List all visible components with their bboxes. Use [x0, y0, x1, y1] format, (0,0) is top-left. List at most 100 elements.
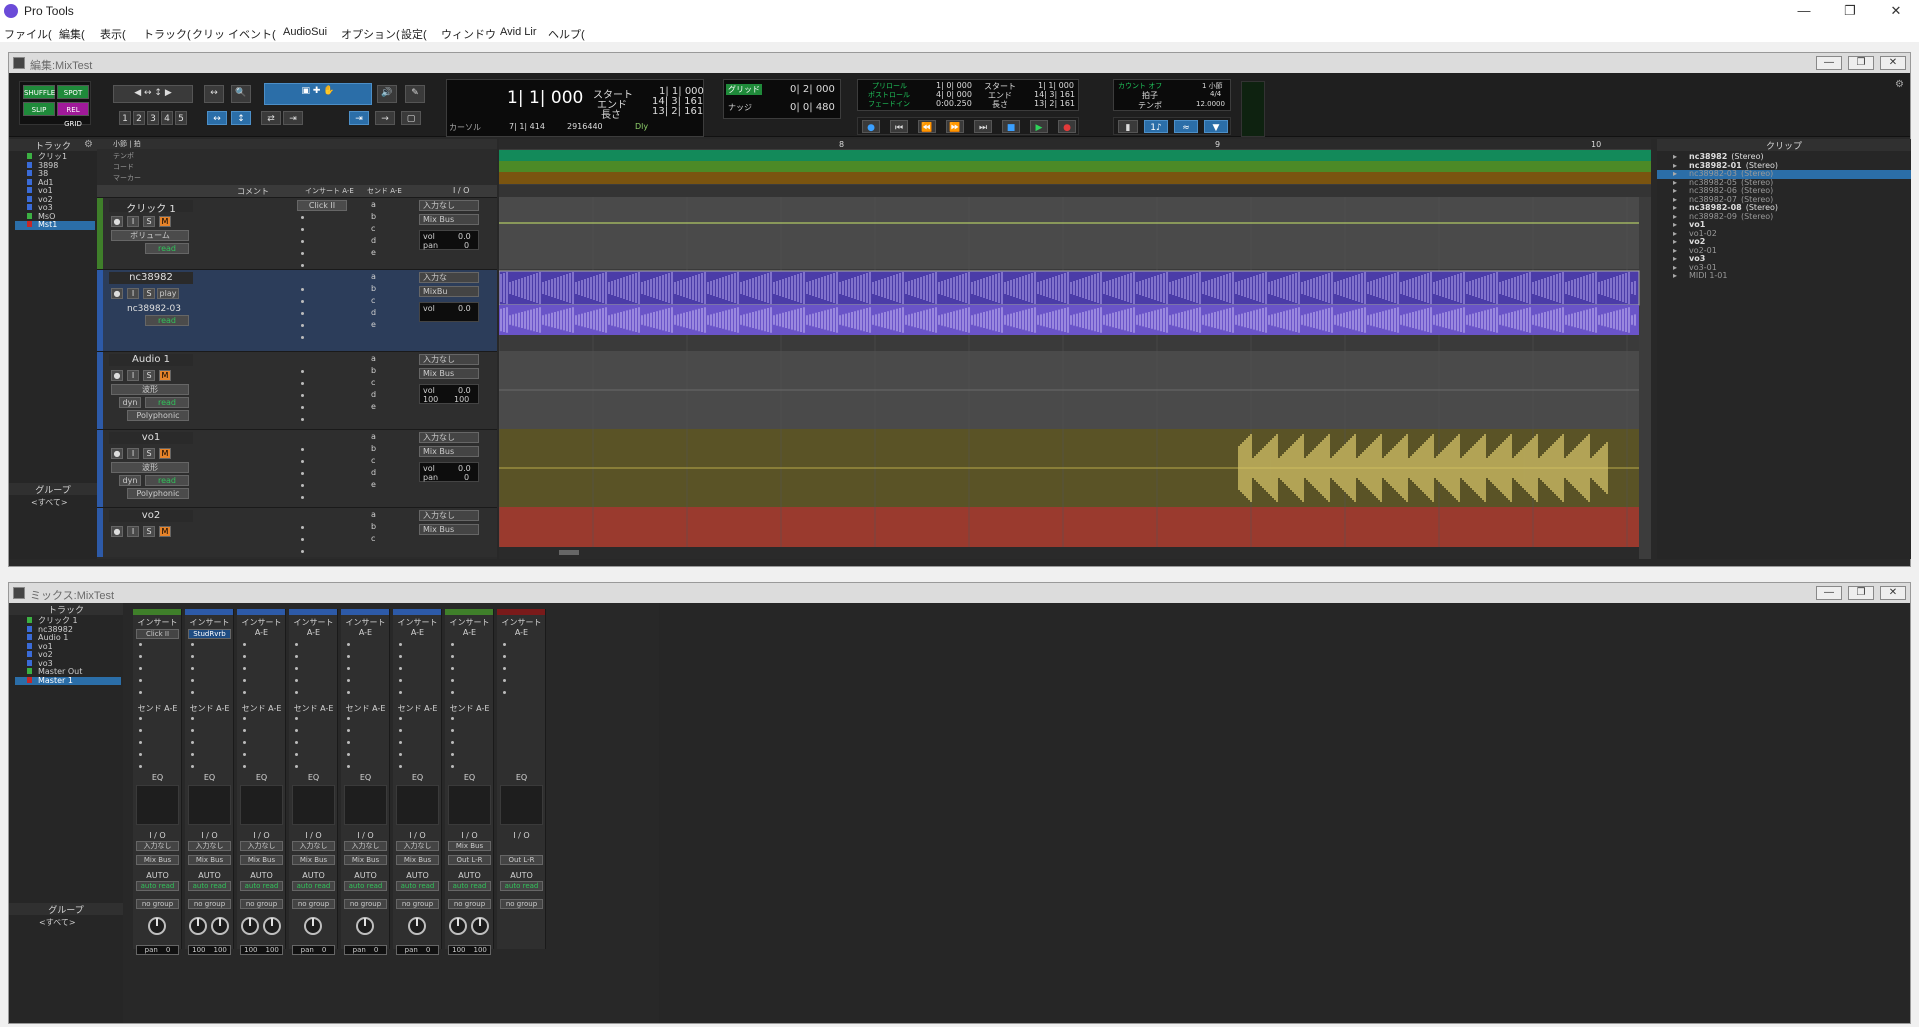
- send-slot-empty[interactable]: [347, 753, 350, 756]
- automation-mode-selector[interactable]: auto read: [344, 881, 387, 891]
- go-to-end-icon[interactable]: ⏭: [974, 120, 992, 133]
- send-slot[interactable]: c: [371, 534, 375, 543]
- zoom-preset-button[interactable]: 2: [133, 111, 145, 125]
- track-lane[interactable]: [499, 197, 1639, 269]
- insert-slot-empty[interactable]: [301, 472, 304, 475]
- track-list-item[interactable]: 38: [15, 169, 95, 179]
- record-enable-button[interactable]: ●: [111, 448, 123, 459]
- insert-slot-empty[interactable]: [301, 382, 304, 385]
- menu-item[interactable]: AudioSui: [283, 26, 327, 38]
- automation-mode-selector[interactable]: auto read: [448, 881, 491, 891]
- menu-item[interactable]: Avid Lir: [500, 26, 536, 38]
- grid-value[interactable]: 0| 2| 000: [790, 84, 835, 95]
- mix-group-all[interactable]: <すべて>: [39, 917, 76, 928]
- send-slot-empty[interactable]: [399, 717, 402, 720]
- pan-knob[interactable]: [148, 917, 166, 935]
- insert-slot-empty[interactable]: [243, 691, 246, 694]
- clip-list-item[interactable]: ▸ MIDI 1-01: [1657, 271, 1911, 281]
- send-slot[interactable]: d: [371, 390, 376, 399]
- insert-slot-empty[interactable]: [139, 655, 142, 658]
- eq-display[interactable]: [136, 785, 179, 825]
- vol-value[interactable]: 0.0: [458, 304, 471, 313]
- speaker-icon[interactable]: 🔊: [377, 85, 397, 103]
- voice-selector[interactable]: Polyphonic: [127, 410, 189, 421]
- pan-left-knob[interactable]: [449, 917, 467, 935]
- send-slot-empty[interactable]: [451, 717, 454, 720]
- restore-icon[interactable]: ❐: [1827, 0, 1873, 22]
- send-slot-empty[interactable]: [347, 765, 350, 768]
- insert-slot-empty[interactable]: [191, 691, 194, 694]
- view-icon[interactable]: ▢: [401, 111, 421, 125]
- send-slot-empty[interactable]: [139, 729, 142, 732]
- track-list-item[interactable]: Mst1: [15, 220, 95, 230]
- insert-slot-empty[interactable]: [347, 691, 350, 694]
- automation-mode-selector[interactable]: auto read: [188, 881, 231, 891]
- mute-button[interactable]: M: [159, 216, 171, 227]
- rec-length-value[interactable]: 13| 2| 161: [1034, 99, 1075, 108]
- send-slot-empty[interactable]: [399, 729, 402, 732]
- fade-value[interactable]: 0:00.250: [936, 99, 972, 108]
- input-selector[interactable]: 入力なし: [240, 841, 283, 851]
- insert-slot-empty[interactable]: [399, 691, 402, 694]
- countoff-button[interactable]: 1♪: [1144, 120, 1168, 133]
- send-slot-empty[interactable]: [295, 753, 298, 756]
- send-slot[interactable]: a: [371, 432, 376, 441]
- send-slot[interactable]: c: [371, 296, 375, 305]
- track-name[interactable]: vo2: [109, 510, 193, 522]
- pan-right-readout[interactable]: 0: [166, 946, 170, 954]
- output-selector[interactable]: Mix Bus: [188, 855, 231, 865]
- pan-right-readout[interactable]: 100: [266, 946, 279, 954]
- input-monitor-button[interactable]: I: [127, 288, 139, 299]
- mute-button[interactable]: M: [159, 526, 171, 537]
- mix-track-list-item[interactable]: Master 1: [15, 676, 121, 685]
- input-selector[interactable]: 入力なし: [344, 841, 387, 851]
- send-slot-empty[interactable]: [347, 717, 350, 720]
- group-selector[interactable]: no group: [396, 899, 439, 909]
- send-slot-empty[interactable]: [399, 765, 402, 768]
- edit-restore-button[interactable]: ❐: [1848, 56, 1874, 70]
- send-slot-empty[interactable]: [139, 741, 142, 744]
- record-enable-button[interactable]: ●: [111, 526, 123, 537]
- fast-forward-icon[interactable]: ⏩: [946, 120, 964, 133]
- link-timeline-icon[interactable]: ↔: [207, 111, 227, 125]
- insert-slot-empty[interactable]: [399, 679, 402, 682]
- insert-slot-empty[interactable]: [301, 394, 304, 397]
- automation-mode-selector[interactable]: read: [145, 475, 189, 486]
- tab-transients-icon[interactable]: ⇥: [349, 111, 369, 125]
- postroll-value[interactable]: 4| 0| 000: [936, 90, 972, 99]
- send-slot-empty[interactable]: [295, 717, 298, 720]
- send-slot[interactable]: b: [371, 212, 376, 221]
- insert-slot-empty[interactable]: [301, 460, 304, 463]
- output-selector[interactable]: Mix Bus: [292, 855, 335, 865]
- track-name[interactable]: クリック 1: [109, 200, 193, 215]
- pan-left-readout[interactable]: 100: [244, 946, 257, 954]
- audio-clip-left[interactable]: [498, 270, 1640, 306]
- insert-slot-empty[interactable]: [347, 643, 350, 646]
- send-slot-empty[interactable]: [451, 741, 454, 744]
- insert-slot-empty[interactable]: [451, 679, 454, 682]
- insert-slot-empty[interactable]: [503, 655, 506, 658]
- voice-selector[interactable]: Polyphonic: [127, 488, 189, 499]
- insert-slot-empty[interactable]: [451, 691, 454, 694]
- insert-slot-empty[interactable]: [243, 655, 246, 658]
- zoom-preset-button[interactable]: 3: [147, 111, 159, 125]
- send-slot-empty[interactable]: [399, 741, 402, 744]
- insertion-follow-icon[interactable]: ⇥: [283, 111, 303, 125]
- insert-slot-empty[interactable]: [301, 264, 304, 267]
- eq-display[interactable]: [500, 785, 543, 825]
- horizontal-scrollbar[interactable]: [499, 547, 1639, 559]
- automation-mode-selector[interactable]: read: [145, 397, 189, 408]
- pan-right-value[interactable]: 100: [454, 395, 469, 404]
- pan-knob[interactable]: [356, 917, 374, 935]
- spot-button[interactable]: SPOT: [57, 85, 89, 99]
- send-slot-empty[interactable]: [243, 765, 246, 768]
- menu-item[interactable]: ウィンドウ: [441, 26, 496, 42]
- send-slot[interactable]: a: [371, 354, 376, 363]
- input-selector[interactable]: 入力なし: [419, 432, 479, 443]
- insert-slot[interactable]: Click II: [136, 629, 179, 639]
- output-selector[interactable]: Mix Bus: [419, 368, 479, 379]
- pan-left-readout[interactable]: 100: [192, 946, 205, 954]
- insert-slot-empty[interactable]: [301, 370, 304, 373]
- automation-mode-selector[interactable]: read: [145, 315, 189, 326]
- group-selector[interactable]: no group: [292, 899, 335, 909]
